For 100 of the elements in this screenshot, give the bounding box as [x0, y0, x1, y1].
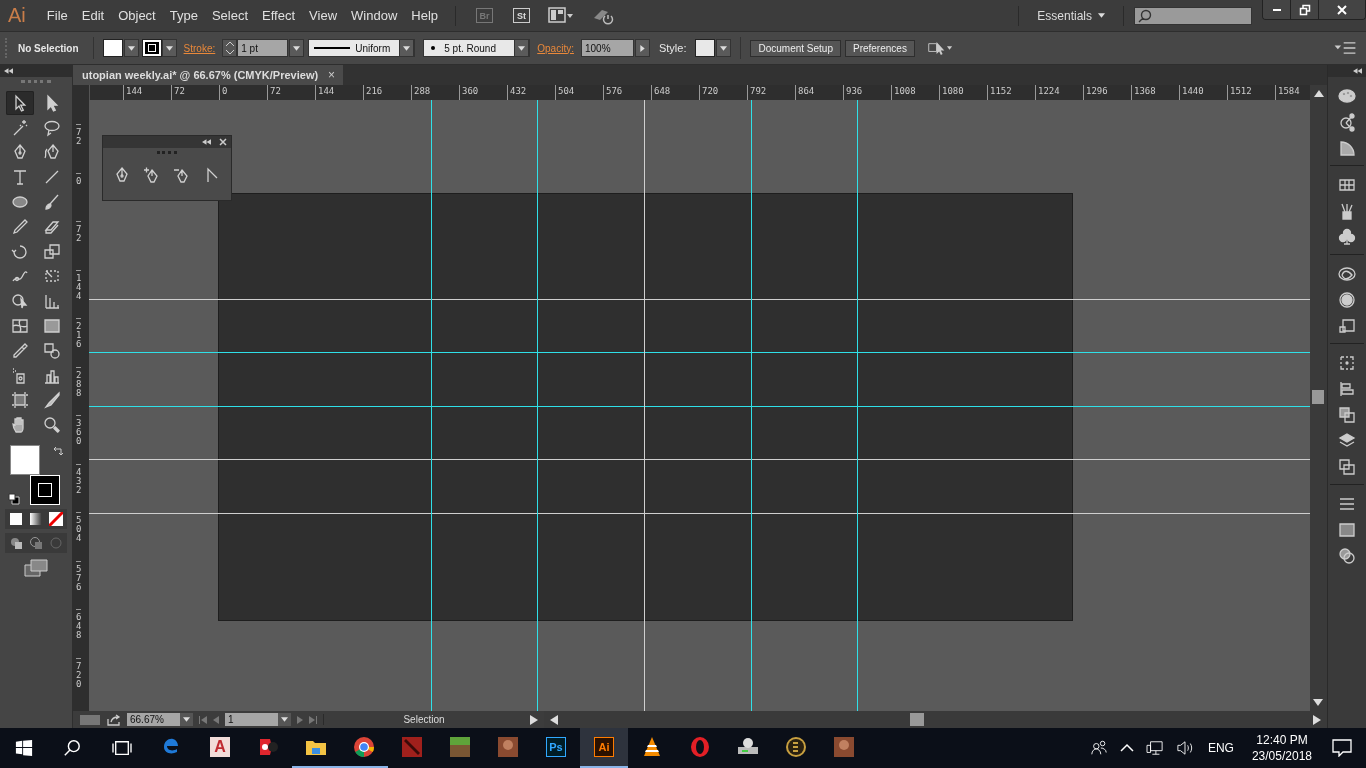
close-tab-button[interactable]: ×: [328, 68, 336, 82]
ruler-label: 144: [76, 269, 82, 318]
fill-color-swatch[interactable]: [10, 445, 40, 476]
align-icon[interactable]: [1337, 379, 1357, 399]
stepper-arrows-icon[interactable]: [224, 40, 235, 56]
people-icon[interactable]: [1089, 739, 1108, 757]
arrange-documents-icon[interactable]: [548, 5, 575, 26]
chevron-up-icon[interactable]: [1119, 743, 1134, 753]
search-icon[interactable]: [63, 739, 81, 757]
menu-item[interactable]: Effect: [255, 4, 303, 27]
caret-icon: [281, 717, 288, 722]
close-button[interactable]: [1319, 0, 1365, 19]
vertical-scrollbar[interactable]: [1310, 100, 1327, 711]
menu-item[interactable]: Edit: [74, 4, 112, 27]
swap-icon[interactable]: [52, 445, 64, 458]
gradient-square-icon[interactable]: [1337, 520, 1357, 540]
status-menu-icon[interactable]: [530, 714, 538, 725]
menu-item[interactable]: Object: [111, 4, 163, 27]
scale-icon: [42, 241, 62, 262]
scroll-right-icon[interactable]: [1313, 714, 1321, 725]
caret-icon: [293, 45, 301, 51]
ruler-label: 720: [76, 657, 82, 706]
menu-item[interactable]: Type: [162, 4, 205, 27]
fill-swatch[interactable]: [102, 39, 139, 57]
speaker-icon[interactable]: [1175, 740, 1194, 756]
chrome-icon: [352, 735, 376, 759]
collapse-icon[interactable]: [202, 139, 211, 145]
stroke-color-swatch[interactable]: [30, 475, 60, 506]
picture-icon: [832, 735, 856, 759]
network-icon[interactable]: [1145, 740, 1164, 756]
restore-icon: [1298, 3, 1311, 16]
photoshop-app[interactable]: Ps: [532, 728, 580, 768]
draw-inside-icon: [49, 536, 63, 551]
restore-button[interactable]: [1291, 0, 1319, 19]
none-mode-button[interactable]: [47, 511, 65, 528]
scroll-left-icon[interactable]: [550, 714, 558, 725]
style-swatch[interactable]: [695, 39, 732, 57]
previous-artboard-icon[interactable]: [213, 715, 219, 724]
pathfinder-icon[interactable]: [1337, 405, 1357, 425]
last-artboard-icon[interactable]: [309, 715, 317, 724]
ruler-label: 72: [76, 221, 82, 270]
document-tab[interactable]: utopian weekly.ai* @ 66.67% (CMYK/Preview) ×: [73, 65, 344, 85]
search-field[interactable]: [1134, 6, 1252, 25]
ruler-label: 648: [76, 609, 82, 658]
opera-icon: [688, 735, 712, 759]
first-artboard-icon[interactable]: [199, 715, 207, 724]
scroll-down-icon[interactable]: [1313, 699, 1323, 707]
ruler-label: 0: [76, 172, 82, 221]
clock[interactable]: 12:40 PM 23/05/2018: [1251, 732, 1312, 764]
stroke-swatch[interactable]: [142, 39, 177, 57]
artboard-frame-icon[interactable]: [1337, 353, 1357, 373]
share-icon[interactable]: [107, 713, 121, 726]
opacity-label[interactable]: Opacity:: [537, 42, 574, 54]
control-bar-button[interactable]: Document Setup: [750, 39, 841, 57]
selection-tool[interactable]: [6, 91, 34, 115]
illustrator-app[interactable]: Ai: [580, 728, 628, 768]
club-icon[interactable]: [1337, 227, 1357, 247]
tile-icon: [400, 735, 424, 759]
illustrator-icon: [592, 735, 616, 759]
collapse-icon[interactable]: [4, 68, 13, 74]
screen-mode-icon[interactable]: [24, 559, 48, 578]
scroll-up-icon[interactable]: [1313, 88, 1324, 97]
draw-behind-button[interactable]: [27, 535, 45, 552]
default-colors-icon[interactable]: [8, 493, 20, 506]
draw-behind-icon: [29, 536, 43, 551]
autocad-app[interactable]: A: [196, 728, 244, 768]
scroll-thumb[interactable]: [910, 713, 924, 726]
transform-icon[interactable]: [1337, 316, 1357, 336]
workspace-switcher[interactable]: Essentials: [1029, 8, 1113, 23]
zoom-icon: [42, 415, 62, 436]
artboards-icon[interactable]: [1337, 457, 1357, 477]
stroke-label[interactable]: Stroke:: [183, 42, 216, 54]
overlap-circles-icon[interactable]: [1337, 546, 1357, 566]
menu-item[interactable]: Window: [344, 4, 405, 27]
scroll-thumb[interactable]: [1312, 390, 1324, 404]
next-artboard-icon[interactable]: [297, 715, 303, 724]
control-bar-button[interactable]: Preferences: [844, 39, 915, 57]
windows-start-icon[interactable]: [15, 739, 33, 757]
color-mode-button[interactable]: [7, 511, 25, 528]
collapse-icon[interactable]: [1353, 68, 1362, 74]
task-view-icon[interactable]: [111, 739, 133, 757]
ruler-label: 72: [76, 124, 82, 173]
minimize-button[interactable]: [1263, 0, 1291, 19]
current-tool-status[interactable]: Selection: [323, 714, 524, 725]
caret-icon: [127, 45, 135, 51]
menu-item[interactable]: View: [302, 4, 345, 27]
close-icon[interactable]: [219, 138, 227, 146]
stroke-profile-dropdown[interactable]: Uniform: [308, 39, 416, 57]
palette-icon[interactable]: [1337, 86, 1357, 106]
bridge-button[interactable]: St: [513, 8, 531, 23]
menu-item[interactable]: Help: [404, 4, 446, 27]
connector-icon[interactable]: [1337, 112, 1357, 132]
brush-dropdown[interactable]: 5 pt. Round: [423, 39, 531, 57]
circle-icon[interactable]: [1337, 290, 1357, 310]
search-icon: [1138, 8, 1152, 23]
minimize-icon: [1272, 8, 1281, 11]
language-indicator[interactable]: ENG: [1207, 741, 1234, 755]
menu-item[interactable]: Select: [204, 4, 256, 27]
menu-item[interactable]: File: [39, 4, 75, 27]
notifications-icon[interactable]: [1332, 739, 1352, 757]
